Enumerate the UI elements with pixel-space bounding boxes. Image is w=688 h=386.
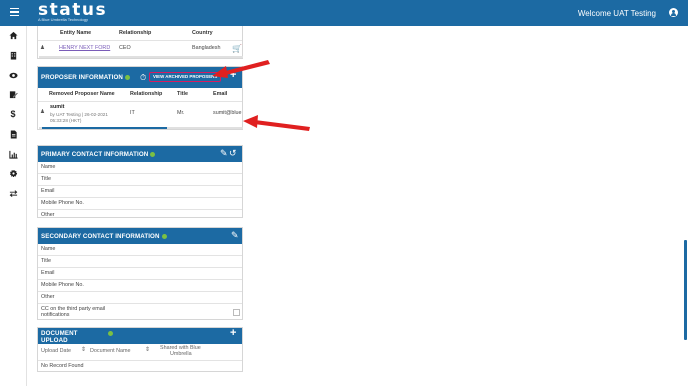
annotation-arrow [243, 115, 258, 128]
annotation-arrow [254, 120, 310, 131]
annotation-arrow [212, 66, 228, 78]
annotation-arrows [212, 60, 310, 131]
